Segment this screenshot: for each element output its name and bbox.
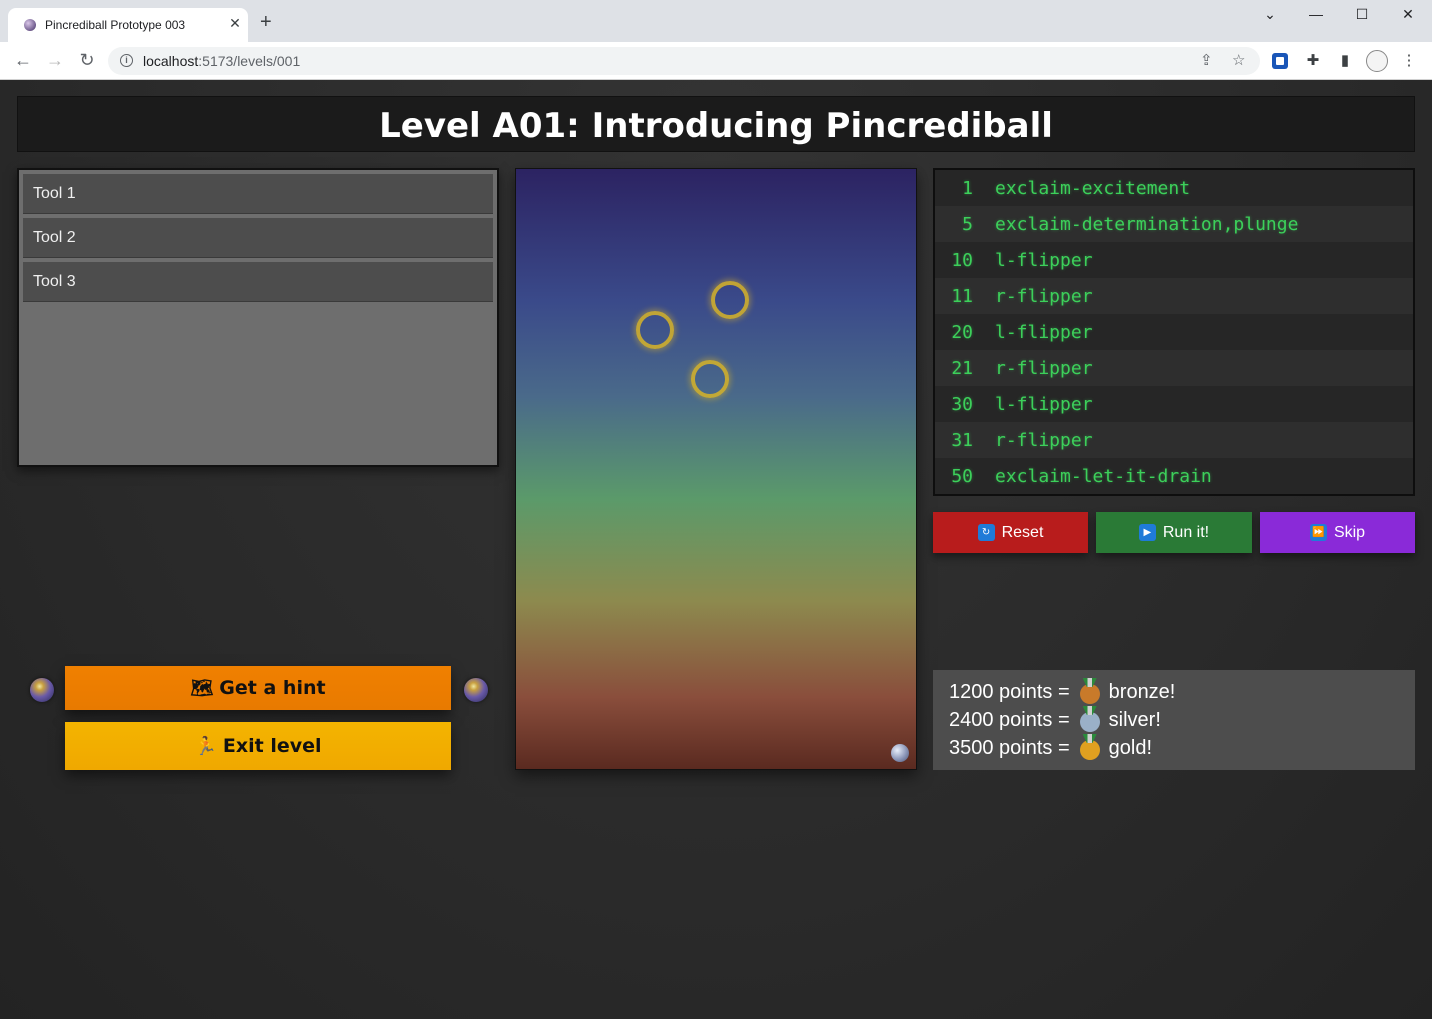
- browser-tab[interactable]: Pincrediball Prototype 003 ✕: [8, 8, 248, 42]
- bronze-medal-icon: [1079, 684, 1100, 704]
- fast-forward-icon: ⏩: [1309, 524, 1327, 541]
- program-line[interactable]: 11 r-flipper: [935, 278, 1413, 314]
- favicon-icon: [24, 19, 36, 31]
- level-header: Level A01: Introducing Pincrediball: [17, 96, 1415, 152]
- exit-level-button[interactable]: 🏃 Exit level: [65, 722, 451, 770]
- site-info-icon[interactable]: i: [120, 54, 133, 67]
- tool-item-3[interactable]: Tool 3: [23, 262, 493, 302]
- side-panel-icon[interactable]: ▮: [1335, 51, 1355, 69]
- page-content: Level A01: Introducing Pincrediball Tool…: [0, 80, 1432, 1019]
- program-line[interactable]: 1 exclaim-excitement: [935, 170, 1413, 206]
- maximize-icon[interactable]: ☐: [1352, 6, 1372, 23]
- forward-icon[interactable]: →: [44, 50, 66, 70]
- program-line[interactable]: 5 exclaim-determination,plunge: [935, 206, 1413, 242]
- browser-tab-bar: Pincrediball Prototype 003 ✕ + ⌄ — ☐ ✕: [0, 0, 1432, 42]
- address-bar[interactable]: i localhost:5173/levels/001 ⇪ ☆: [108, 47, 1260, 75]
- close-window-icon[interactable]: ✕: [1398, 6, 1418, 23]
- medal-thresholds: 1200 points = bronze! 2400 points = silv…: [933, 670, 1415, 770]
- extensions-puzzle-icon[interactable]: ✚: [1303, 51, 1323, 69]
- extension-icon[interactable]: [1272, 53, 1288, 69]
- running-person-icon: 🏃: [194, 735, 217, 757]
- reset-button[interactable]: ↻ Reset: [933, 512, 1088, 553]
- reset-icon: ↻: [977, 524, 995, 541]
- close-tab-icon[interactable]: ✕: [226, 15, 244, 32]
- run-button[interactable]: ▶ Run it!: [1096, 512, 1252, 553]
- program-line[interactable]: 30 l-flipper: [935, 386, 1413, 422]
- reload-icon[interactable]: ↻: [76, 50, 98, 70]
- medal-row-bronze: 1200 points = bronze!: [949, 680, 1176, 704]
- program-listing: 1 exclaim-excitement 5 exclaim-determinati…: [933, 168, 1415, 496]
- pinball-playfield[interactable]: [515, 168, 917, 770]
- play-icon: ▶: [1138, 524, 1156, 541]
- orb-icon: [30, 678, 54, 702]
- tool-item-2[interactable]: Tool 2: [23, 218, 493, 258]
- bookmark-star-icon[interactable]: ☆: [1232, 51, 1245, 69]
- target-ring: [711, 281, 749, 319]
- program-line[interactable]: 20 l-flipper: [935, 314, 1413, 350]
- profile-avatar[interactable]: [1366, 50, 1388, 72]
- program-line[interactable]: 31 r-flipper: [935, 422, 1413, 458]
- target-ring: [636, 311, 674, 349]
- get-hint-button[interactable]: 🗺 Get a hint: [65, 666, 451, 710]
- medal-row-silver: 2400 points = silver!: [949, 708, 1161, 732]
- skip-button[interactable]: ⏩ Skip: [1260, 512, 1415, 553]
- program-line[interactable]: 10 l-flipper: [935, 242, 1413, 278]
- tools-panel: Tool 1 Tool 2 Tool 3: [17, 168, 499, 467]
- url-text[interactable]: localhost:5173/levels/001: [143, 53, 300, 69]
- pinball: [891, 744, 909, 762]
- share-icon[interactable]: ⇪: [1200, 51, 1213, 69]
- minimize-icon[interactable]: —: [1306, 6, 1326, 22]
- target-ring: [691, 360, 729, 398]
- new-tab-icon[interactable]: +: [260, 12, 272, 32]
- gold-medal-icon: [1079, 740, 1100, 760]
- tab-search-icon[interactable]: ⌄: [1260, 6, 1280, 23]
- back-icon[interactable]: ←: [12, 50, 34, 70]
- browser-toolbar: ← → ↻ i localhost:5173/levels/001 ⇪ ☆ ✚ …: [0, 42, 1432, 80]
- tab-title: Pincrediball Prototype 003: [45, 18, 186, 32]
- silver-medal-icon: [1079, 712, 1100, 732]
- menu-kebab-icon[interactable]: ⋮: [1399, 51, 1419, 69]
- program-line[interactable]: 50 exclaim-let-it-drain: [935, 458, 1413, 494]
- level-title: Level A01: Introducing Pincrediball: [379, 106, 1053, 146]
- tool-item-1[interactable]: Tool 1: [23, 174, 493, 214]
- medal-row-gold: 3500 points = gold!: [949, 736, 1153, 760]
- program-line[interactable]: 21 r-flipper: [935, 350, 1413, 386]
- scroll-map-icon: 🗺: [190, 677, 214, 699]
- orb-icon: [464, 678, 488, 702]
